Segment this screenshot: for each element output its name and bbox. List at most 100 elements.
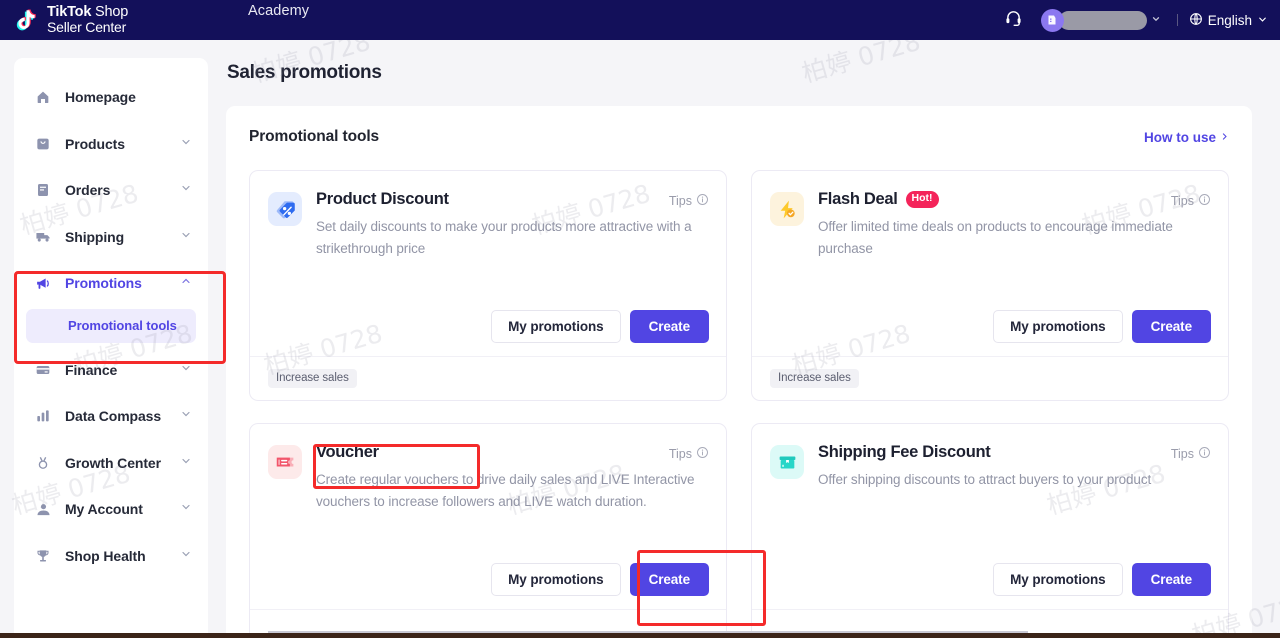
trophy-icon bbox=[34, 548, 52, 564]
shop-account-selector[interactable] bbox=[1040, 8, 1163, 32]
card-body: Voucher Create regular vouchers to drive… bbox=[316, 443, 709, 513]
card-title-row: Voucher bbox=[316, 443, 709, 462]
tips-label: Tips bbox=[1170, 447, 1194, 461]
sidebar-item-orders[interactable]: Orders bbox=[14, 167, 208, 214]
card-body: Product Discount Set daily discounts to … bbox=[316, 190, 709, 260]
language-label: English bbox=[1207, 12, 1252, 28]
academy-link[interactable]: Academy bbox=[248, 3, 309, 19]
discount-tag-icon bbox=[268, 192, 302, 226]
chevron-down-icon bbox=[180, 181, 192, 199]
card-title: Flash Deal bbox=[818, 190, 898, 208]
my-promotions-button[interactable]: My promotions bbox=[491, 563, 621, 596]
how-to-use-link[interactable]: How to use bbox=[1144, 130, 1229, 145]
card-icon bbox=[34, 362, 52, 378]
tiktok-note-icon bbox=[10, 5, 40, 35]
chevron-down-icon bbox=[180, 135, 192, 153]
truck-icon bbox=[34, 228, 52, 245]
sidebar-item-shipping[interactable]: Shipping bbox=[14, 214, 208, 261]
sidebar-item-promotions[interactable]: Promotions bbox=[14, 260, 208, 307]
card-actions: My promotions Create bbox=[993, 310, 1211, 343]
card-title-row: Flash Deal Hot! bbox=[818, 190, 1211, 209]
customer-support-button[interactable] bbox=[999, 5, 1029, 35]
sidebar-item-label: Data Compass bbox=[65, 408, 162, 425]
card-footer: Increase sales bbox=[752, 356, 1228, 400]
my-promotions-button[interactable]: My promotions bbox=[491, 310, 621, 343]
chevron-down-icon bbox=[1257, 13, 1268, 28]
sidebar-item-label: Products bbox=[65, 135, 125, 152]
headset-icon bbox=[1005, 9, 1022, 31]
medal-icon bbox=[34, 455, 52, 471]
sidebar-subitem-promotional-tools[interactable]: Promotional tools bbox=[26, 308, 196, 343]
chevron-down-icon bbox=[1151, 11, 1161, 29]
card-top: Shipping Fee Discount Offer shipping dis… bbox=[770, 443, 1211, 491]
tips-button[interactable]: Tips bbox=[1171, 193, 1211, 209]
card-actions: My promotions Create bbox=[491, 563, 709, 596]
info-circle-icon bbox=[696, 446, 709, 462]
sidebar-item-finance[interactable]: Finance bbox=[14, 347, 208, 394]
tips-button[interactable]: Tips bbox=[669, 193, 709, 209]
brand-line-one: TikTok Shop bbox=[47, 3, 129, 20]
chevron-up-icon bbox=[180, 274, 192, 292]
promotional-tools-grid: Product Discount Set daily discounts to … bbox=[249, 170, 1229, 638]
card-title: Product Discount bbox=[316, 190, 449, 208]
sidebar-item-label: Orders bbox=[65, 182, 111, 199]
tips-label: Tips bbox=[668, 447, 692, 461]
megaphone-icon bbox=[34, 275, 52, 292]
card-top: Voucher Create regular vouchers to drive… bbox=[268, 443, 709, 513]
chevron-down-icon bbox=[180, 361, 192, 379]
create-button[interactable]: Create bbox=[1131, 563, 1211, 596]
hot-badge: Hot! bbox=[905, 191, 939, 208]
my-promotions-button[interactable]: My promotions bbox=[993, 563, 1123, 596]
card-title: Voucher bbox=[316, 443, 379, 461]
sidebar-subitem-label: Promotional tools bbox=[68, 318, 177, 333]
promotional-tools-panel: Promotional tools How to use Product Dis… bbox=[226, 106, 1252, 638]
sidebar-item-label: Homepage bbox=[65, 89, 136, 106]
voucher-ticket-icon bbox=[268, 445, 302, 479]
chevron-down-icon bbox=[180, 407, 192, 425]
card-footer: Increase sales bbox=[250, 356, 726, 400]
card-actions: My promotions Create bbox=[491, 310, 709, 343]
card-top: Product Discount Set daily discounts to … bbox=[268, 190, 709, 260]
sidebar-item-label: Growth Center bbox=[65, 454, 161, 471]
tips-button[interactable]: Tips bbox=[669, 446, 709, 462]
card-body: Shipping Fee Discount Offer shipping dis… bbox=[818, 443, 1211, 491]
sidebar-item-shop-health[interactable]: Shop Health bbox=[14, 533, 208, 580]
shipping-box-icon bbox=[770, 445, 804, 479]
card-description: Create regular vouchers to drive daily s… bbox=[316, 472, 695, 509]
brand-text: TikTok Shop Seller Center bbox=[47, 3, 129, 36]
sidebar-item-data-compass[interactable]: Data Compass bbox=[14, 393, 208, 440]
sidebar-item-growth-center[interactable]: Growth Center bbox=[14, 440, 208, 487]
sidebar-item-homepage[interactable]: Homepage bbox=[14, 74, 208, 121]
tool-card-product-discount[interactable]: Product Discount Set daily discounts to … bbox=[249, 170, 727, 401]
sidebar-item-products[interactable]: Products bbox=[14, 121, 208, 168]
tool-card-flash-deal[interactable]: Flash Deal Hot! Offer limited time deals… bbox=[751, 170, 1229, 401]
screen-bottom-edge bbox=[0, 631, 1280, 638]
chevron-right-icon bbox=[1220, 130, 1229, 145]
card-title-row: Shipping Fee Discount bbox=[818, 443, 1211, 462]
info-circle-icon bbox=[1198, 193, 1211, 209]
create-button[interactable]: Create bbox=[629, 563, 709, 596]
tips-button[interactable]: Tips bbox=[1171, 446, 1211, 462]
brand-line-two: Seller Center bbox=[47, 19, 127, 36]
brand-logo[interactable]: TikTok Shop Seller Center bbox=[0, 3, 129, 36]
flash-lightning-icon bbox=[770, 192, 804, 226]
nav-divider bbox=[1176, 14, 1178, 26]
create-button[interactable]: Create bbox=[629, 310, 709, 343]
top-navigation-bar: TikTok Shop Seller Center Academy Englis… bbox=[0, 0, 1280, 40]
info-circle-icon bbox=[1198, 446, 1211, 462]
tool-card-shipping-fee-discount[interactable]: Shipping Fee Discount Offer shipping dis… bbox=[751, 423, 1229, 638]
card-description: Set daily discounts to make your product… bbox=[316, 219, 692, 256]
sidebar-item-my-account[interactable]: My Account bbox=[14, 486, 208, 533]
panel-header: Promotional tools How to use bbox=[249, 128, 1229, 146]
chevron-down-icon bbox=[180, 500, 192, 518]
globe-icon bbox=[1189, 12, 1203, 29]
card-title: Shipping Fee Discount bbox=[818, 443, 991, 461]
seller-center-page: TikTok Shop Seller Center Academy Englis… bbox=[0, 0, 1280, 638]
status-badge: Increase sales bbox=[770, 369, 859, 388]
language-selector[interactable]: English bbox=[1189, 12, 1268, 29]
tool-card-voucher[interactable]: Voucher Create regular vouchers to drive… bbox=[249, 423, 727, 638]
status-badge: Increase sales bbox=[268, 369, 357, 388]
my-promotions-button[interactable]: My promotions bbox=[993, 310, 1123, 343]
main-content: Sales promotions Promotional tools How t… bbox=[208, 40, 1280, 638]
create-button[interactable]: Create bbox=[1131, 310, 1211, 343]
